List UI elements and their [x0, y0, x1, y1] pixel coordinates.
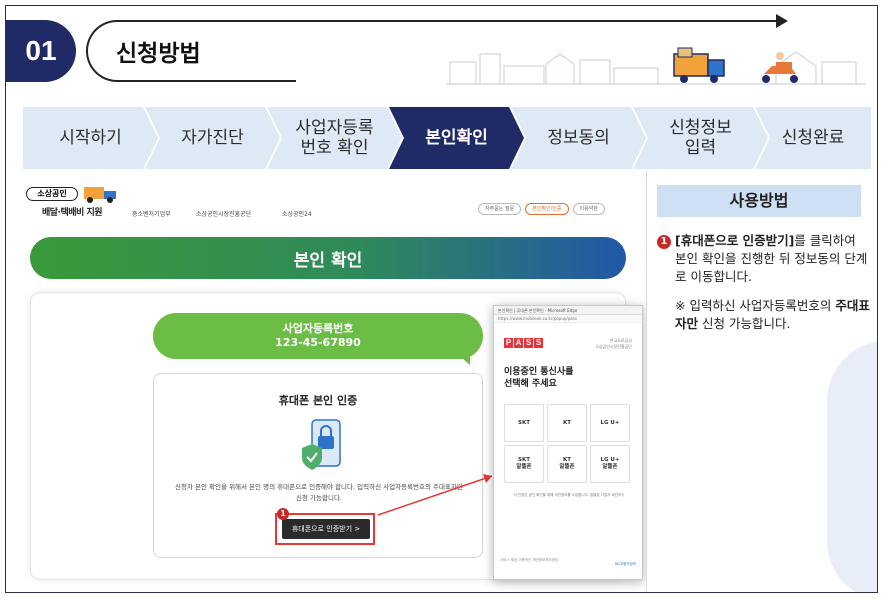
carrier-skt[interactable]: SKT: [504, 404, 544, 442]
step-self-diagnosis: 자가진단: [145, 107, 280, 169]
popup-url-bar: https://www.mobileok.co.kr/popup/pass: [494, 315, 642, 323]
carrier-lgu[interactable]: LG U+: [590, 404, 630, 442]
step-business-number: 사업자등록 번호 확인: [267, 107, 402, 169]
link-verify[interactable]: 본인확인/인증: [525, 203, 569, 215]
step-consent: 정보동의: [511, 107, 646, 169]
pass-popup-window: 본인확인 | 휴대폰 본인확인 - Microsoft Edge https:/…: [493, 305, 643, 580]
carrier-kt-mvno[interactable]: KT 알뜰폰: [547, 445, 587, 483]
usage-title: 사용방법: [657, 185, 861, 217]
delivery-cityscape-icon: [446, 47, 866, 85]
popup-note: 이 인증은 본인 확인을 위해 개인정보를 수집합니다. 알뜰폰 사업자 확인하…: [513, 493, 625, 497]
phone-auth-box: 휴대폰 본인 인증 신청자 본인 확인을 위해서 본인 명의 휴대폰으로 인증해…: [153, 373, 483, 558]
slide-frame: 01 신청방법 시작하기 자가진단 사업자등록 번호 확인 본인확인 정보동의 …: [5, 5, 878, 593]
usage-marker: 1: [657, 235, 671, 249]
truck-logo-icon: [84, 187, 116, 203]
page-heading-bar: 본인 확인: [30, 237, 626, 279]
top-links: 자주묻는 질문 본인확인/인증 이용약관: [478, 203, 605, 215]
popup-corp: 한국도로공사 소상공인시장진흥공단: [595, 338, 632, 349]
auth-title: 휴대폰 본인 인증: [278, 394, 358, 407]
business-number-label: 사업자등록번호: [282, 322, 354, 335]
progress-steps: 시작하기 자가진단 사업자등록 번호 확인 본인확인 정보동의 신청정보 입력 …: [23, 107, 871, 169]
decorative-shape: [827, 341, 877, 592]
instructions-panel: 사용방법 1 [휴대폰으로 인증받기]를 클릭하여 본인 확인을 진행한 뒤 정…: [646, 171, 877, 592]
link-faq[interactable]: 자주묻는 질문: [478, 203, 522, 215]
marker-badge: 1: [277, 508, 289, 520]
brand-badge: 소상공인: [26, 187, 78, 201]
step-start: 시작하기: [23, 107, 158, 169]
popup-footer: 서비스 제공 이용약관 개인정보처리방침: [500, 558, 559, 562]
link-terms[interactable]: 이용약관: [572, 203, 605, 215]
popup-title-bar: 본인확인 | 휴대폰 본인확인 - Microsoft Edge: [494, 306, 642, 315]
usage-step-text: [휴대폰으로 인증받기]를 클릭하여 본인 확인을 진행한 뒤 정보동의 단계로…: [675, 233, 868, 284]
business-number-bubble: 사업자등록번호 123-45-67890: [153, 313, 483, 359]
carrier-skt-mvno[interactable]: SKT 알뜰폰: [504, 445, 544, 483]
pass-logo: P A S S: [504, 338, 543, 348]
popup-question: 이용중인 통신사를 선택해 주세요: [504, 367, 574, 389]
section-number-badge: 01: [6, 20, 76, 82]
brand-subtitle: 배달·택배비 지원: [42, 208, 103, 218]
auth-description: 신청자 본인 확인을 위해서 본인 명의 휴대폰으로 인증해야 합니다. 입력하…: [175, 483, 463, 502]
phone-auth-button[interactable]: 휴대폰으로 인증받기 >: [282, 519, 370, 539]
step-complete: 신청완료: [755, 107, 871, 169]
ministry-logo-2: 소상공인시장진흥공단: [196, 211, 252, 218]
ministry-logo-1: 중소벤처기업부: [132, 211, 171, 218]
page-title: 신청방법: [116, 41, 201, 67]
usage-note: ※ 입력하신 사업자등록번호의 주대표자만 신청 가능합니다.: [675, 298, 870, 331]
step-identity-check: 본인확인: [389, 107, 524, 169]
step-application-info: 신청정보 입력: [633, 107, 768, 169]
ministry-logo-3: 소상공인24: [282, 211, 312, 218]
business-number-value: 123-45-67890: [275, 336, 361, 349]
bubble-tail: [456, 353, 470, 365]
phone-lock-icon: [302, 419, 341, 470]
carrier-kt[interactable]: KT: [547, 404, 587, 442]
carrier-lgu-mvno[interactable]: LG U+ 알뜰폰: [590, 445, 630, 483]
popup-footer-brand: NICE평가정보: [614, 562, 636, 566]
header-arrow-icon: [776, 14, 788, 28]
